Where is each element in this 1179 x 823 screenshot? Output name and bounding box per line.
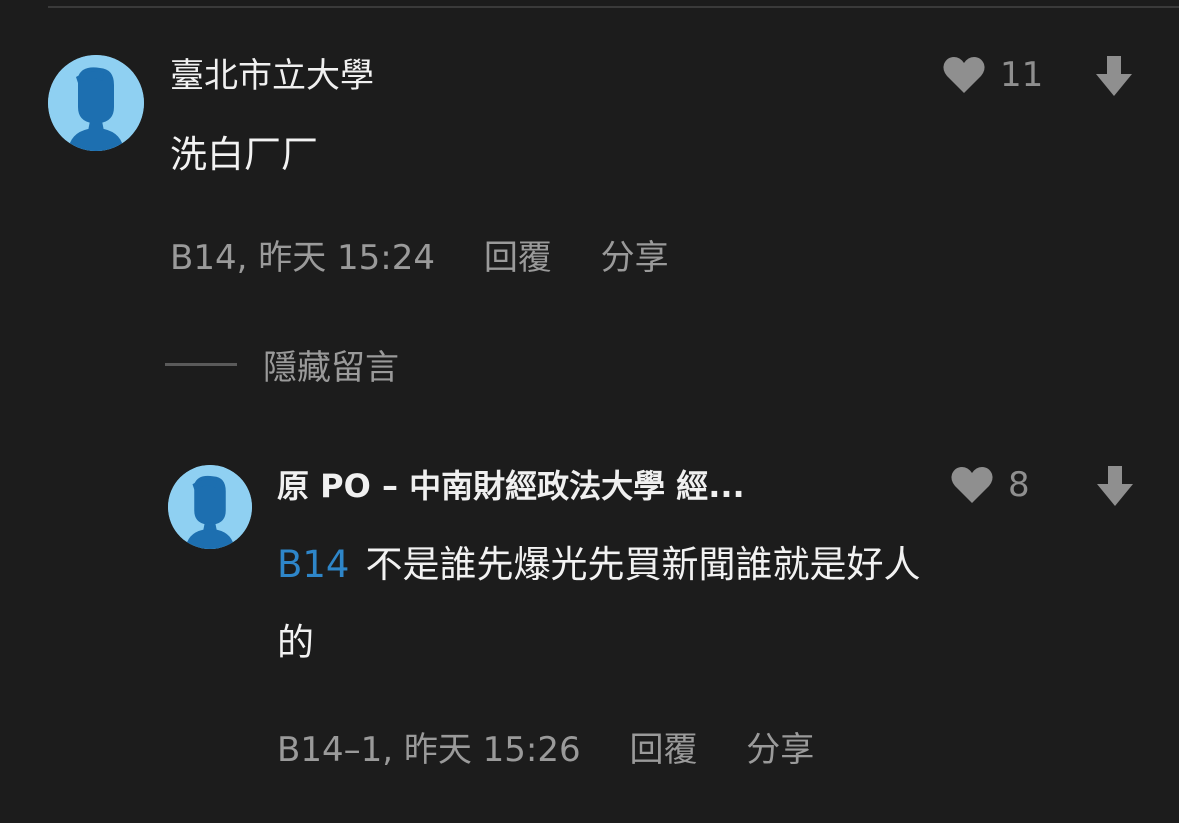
heart-icon [950,465,994,505]
reply-reply-button[interactable]: 回覆 [629,730,697,770]
commenter-avatar[interactable] [48,55,144,151]
arrow-down-icon[interactable] [1095,464,1135,508]
user-avatar-icon [168,465,252,549]
reply-meta: B14–1, 昨天 15:26 回覆 分享 [277,730,814,770]
floor-mention-link[interactable]: B14 [277,543,349,586]
comment-text: 洗白厂厂 [170,133,318,176]
reply-like-count: 8 [1008,465,1030,505]
reply-share-button[interactable]: 分享 [746,730,814,770]
top-divider [48,6,1179,8]
hide-comments-label[interactable]: 隱藏留言 [263,340,399,389]
arrow-down-icon[interactable] [1094,54,1134,98]
reply-author[interactable]: 原 PO – 中南財經政法大學 經... [277,466,887,506]
reply-button[interactable]: 回覆 [484,238,552,278]
user-avatar-icon [48,55,144,151]
like-count: 11 [1000,55,1044,95]
reply-text-line2: 的 [277,621,314,664]
heart-icon [942,55,986,95]
comment-meta: B14, 昨天 15:24 回覆 分享 [170,238,669,278]
like-button[interactable]: 11 [942,55,1043,95]
reply-author-avatar[interactable] [168,465,252,549]
share-button[interactable]: 分享 [601,238,669,278]
reply-like-button[interactable]: 8 [950,465,1030,505]
hide-comments-line [165,362,237,366]
reply-text-line1: 不是誰先爆光先買新聞誰就是好人 [365,543,921,586]
comment-floor-time: B14, 昨天 15:24 [170,238,435,278]
comment-author[interactable]: 臺北市立大學 [170,56,374,96]
reply-floor-time: B14–1, 昨天 15:26 [277,730,581,770]
hide-comments-toggle[interactable]: 隱藏留言 [165,340,399,389]
reply-text: B14 不是誰先爆光先買新聞誰就是好人 的 [277,540,1117,668]
